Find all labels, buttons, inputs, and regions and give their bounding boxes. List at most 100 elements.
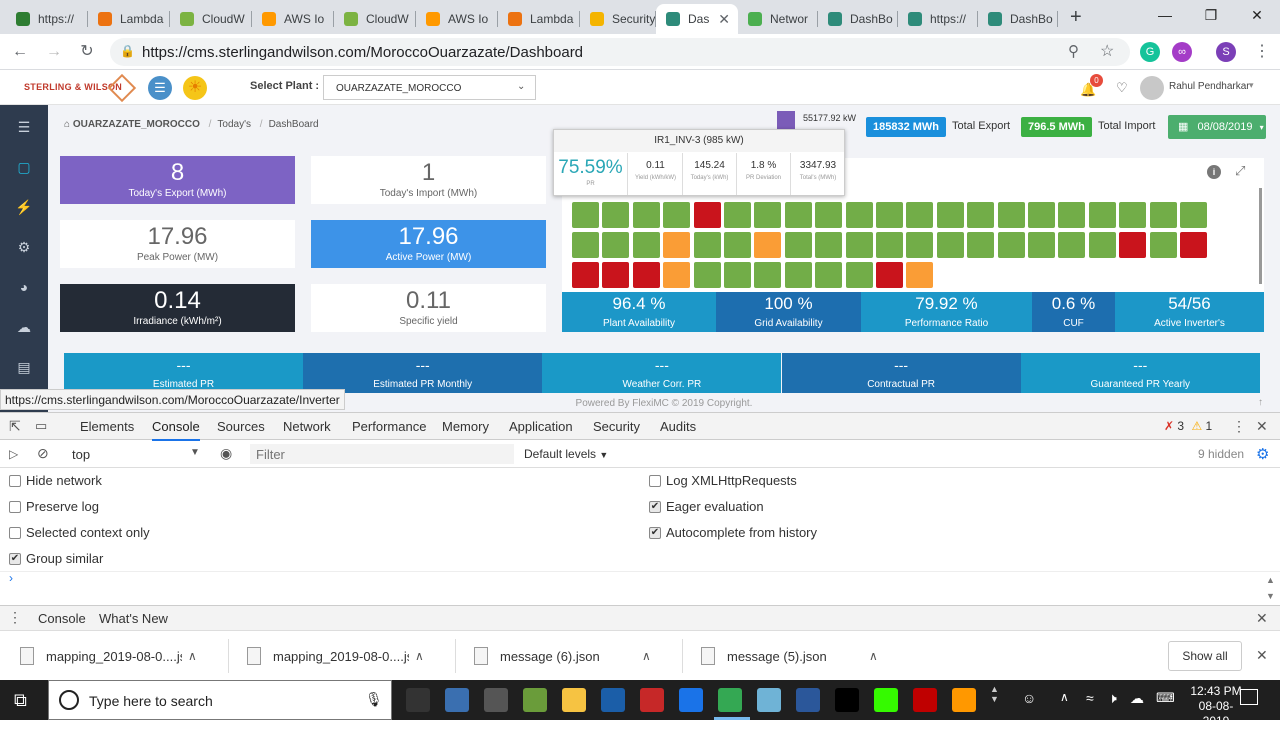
console-settings-gear-icon[interactable]: ⚙ xyxy=(1256,445,1269,463)
device-toolbar-icon[interactable]: ▭ xyxy=(35,418,47,434)
inverter-cell[interactable] xyxy=(1028,232,1055,258)
inverter-cell[interactable] xyxy=(1058,232,1086,258)
clock[interactable]: 12:43 PM 08-08-2019 xyxy=(1186,684,1246,729)
inverter-cell[interactable] xyxy=(1180,232,1207,258)
inverter-cell[interactable] xyxy=(845,202,873,228)
inverter-cell[interactable] xyxy=(693,232,721,258)
chevron-up-icon[interactable]: ∧ xyxy=(415,649,424,663)
console-filter-input[interactable] xyxy=(250,444,514,464)
inverter-cell[interactable] xyxy=(663,232,691,258)
paint-icon[interactable] xyxy=(640,688,664,712)
new-tab-button[interactable]: + xyxy=(1070,6,1088,29)
network-app-icon[interactable] xyxy=(445,688,469,712)
breadcrumb-today[interactable]: Today's xyxy=(217,119,251,130)
option-checkbox[interactable]: ✔ xyxy=(649,501,661,513)
inverter-cell[interactable] xyxy=(724,262,751,288)
inverter-cell[interactable] xyxy=(784,202,812,228)
reload-icon[interactable]: ↻ xyxy=(75,40,99,64)
omnibox[interactable]: 🔒 https://cms.sterlingandwilson.com/Moro… xyxy=(110,38,1130,66)
inverter-cell[interactable] xyxy=(876,202,903,228)
expand-icon[interactable]: ⤢ xyxy=(1235,163,1245,179)
sidebar-monitor-icon[interactable]: ▢ xyxy=(14,157,34,177)
taskbar-scroll-icon[interactable]: ▲ ▼ xyxy=(990,684,999,704)
inverter-cell[interactable] xyxy=(815,262,843,288)
taskbar-search[interactable]: Type here to search 🎙 xyxy=(48,680,392,720)
window-close-icon[interactable]: ✕ xyxy=(1234,0,1280,32)
tab-9[interactable]: Networ xyxy=(738,4,818,34)
option-checkbox[interactable] xyxy=(649,475,661,487)
inverter-cell[interactable] xyxy=(632,232,660,258)
devtools-tab-performance[interactable]: Performance xyxy=(352,419,426,434)
action-center-icon[interactable] xyxy=(1240,689,1258,705)
photos-icon[interactable] xyxy=(523,688,547,712)
option-checkbox[interactable] xyxy=(9,501,21,513)
inverter-cell[interactable] xyxy=(936,202,964,228)
inverter-cell[interactable] xyxy=(1149,232,1177,258)
sidebar-toggle-icon[interactable]: ▷ xyxy=(9,447,18,461)
extension-icon[interactable]: S xyxy=(1216,42,1236,62)
tab-4[interactable]: CloudW xyxy=(334,4,416,34)
plant-select[interactable]: OUARZAZATE_MOROCCO ⌄ xyxy=(323,75,536,100)
user-caret-icon[interactable]: ▾ xyxy=(1249,80,1254,91)
tab-close-icon[interactable]: ✕ xyxy=(718,11,730,28)
extension-icon[interactable]: G xyxy=(1140,42,1160,62)
download-item[interactable]: message (5).json ∧ xyxy=(701,639,878,673)
dreamweaver-icon[interactable] xyxy=(874,688,898,712)
chevron-up-icon[interactable]: ∧ xyxy=(642,649,651,663)
tab-3[interactable]: AWS Io xyxy=(252,4,334,34)
inverter-cell[interactable] xyxy=(815,202,843,228)
inverter-cell[interactable] xyxy=(906,232,934,258)
scroll-top-icon[interactable]: ↑ xyxy=(1258,397,1263,408)
inverter-cell[interactable] xyxy=(1149,202,1177,228)
clear-console-icon[interactable]: ⊘ xyxy=(37,445,49,462)
people-icon[interactable]: ☺ xyxy=(1022,690,1036,706)
inverter-cell[interactable] xyxy=(572,232,599,258)
inverter-cell[interactable] xyxy=(967,232,995,258)
tab-0[interactable]: https:// xyxy=(6,4,88,34)
show-all-button[interactable]: Show all xyxy=(1168,641,1242,671)
tray-chevron-icon[interactable]: ∧ xyxy=(1060,690,1069,704)
sidebar-flash-icon[interactable]: ⚡ xyxy=(14,197,34,217)
list-menu-icon[interactable]: ☰ xyxy=(148,76,172,100)
inverter-cell[interactable] xyxy=(602,232,630,258)
breadcrumb-home[interactable]: OUARZAZATE_MOROCCO xyxy=(73,119,200,130)
chevron-up-icon[interactable]: ∧ xyxy=(188,649,197,663)
inverter-cell[interactable] xyxy=(572,202,599,228)
date-picker-button[interactable]: ▦ 08/08/2019 ▾ xyxy=(1168,115,1266,139)
inverter-cell[interactable] xyxy=(632,202,660,228)
tab-11[interactable]: https:// xyxy=(898,4,978,34)
inverter-cell[interactable] xyxy=(572,262,599,288)
back-icon[interactable]: ← xyxy=(8,40,32,64)
sun-weather-icon[interactable]: ☀ xyxy=(183,76,207,100)
word-icon[interactable] xyxy=(796,688,820,712)
devtools-tab-console[interactable]: Console xyxy=(152,419,200,441)
url-text[interactable]: https://cms.sterlingandwilson.com/Morocc… xyxy=(142,44,583,61)
tab-7[interactable]: Security xyxy=(580,4,656,34)
inverter-cell[interactable] xyxy=(693,262,721,288)
devtools-tab-security[interactable]: Security xyxy=(593,419,640,434)
inverter-cell[interactable] xyxy=(784,232,812,258)
avatar[interactable] xyxy=(1140,76,1164,100)
option-checkbox[interactable]: ✔ xyxy=(649,527,661,539)
filezilla-icon[interactable] xyxy=(913,688,937,712)
tab-1[interactable]: Lambda xyxy=(88,4,170,34)
minimize-icon[interactable]: — xyxy=(1142,0,1188,32)
console-prompt-icon[interactable]: › xyxy=(9,571,13,585)
sidebar-menu-icon[interactable]: ☰ xyxy=(14,117,34,137)
inverter-cell[interactable] xyxy=(602,262,630,288)
devtools-close-icon[interactable]: ✕ xyxy=(1256,418,1268,435)
chrome-menu-icon[interactable]: ⋮ xyxy=(1250,40,1274,64)
inverter-cell[interactable] xyxy=(1119,232,1147,258)
forward-icon[interactable]: → xyxy=(42,40,66,64)
inverter-cell[interactable] xyxy=(876,232,903,258)
zoom-icon[interactable]: ⚲ xyxy=(1068,42,1079,60)
inverter-cell[interactable] xyxy=(663,262,691,288)
inverter-cell[interactable] xyxy=(997,232,1025,258)
inverter-cell[interactable] xyxy=(845,262,873,288)
microphone-icon[interactable]: 🎙 xyxy=(365,691,383,708)
download-item[interactable]: message (6).json ∧ xyxy=(474,639,651,673)
inverter-cell[interactable] xyxy=(967,202,995,228)
bookmark-star-icon[interactable]: ☆ xyxy=(1100,41,1114,61)
inverter-cell[interactable] xyxy=(663,202,691,228)
inverter-cell[interactable] xyxy=(754,232,782,258)
